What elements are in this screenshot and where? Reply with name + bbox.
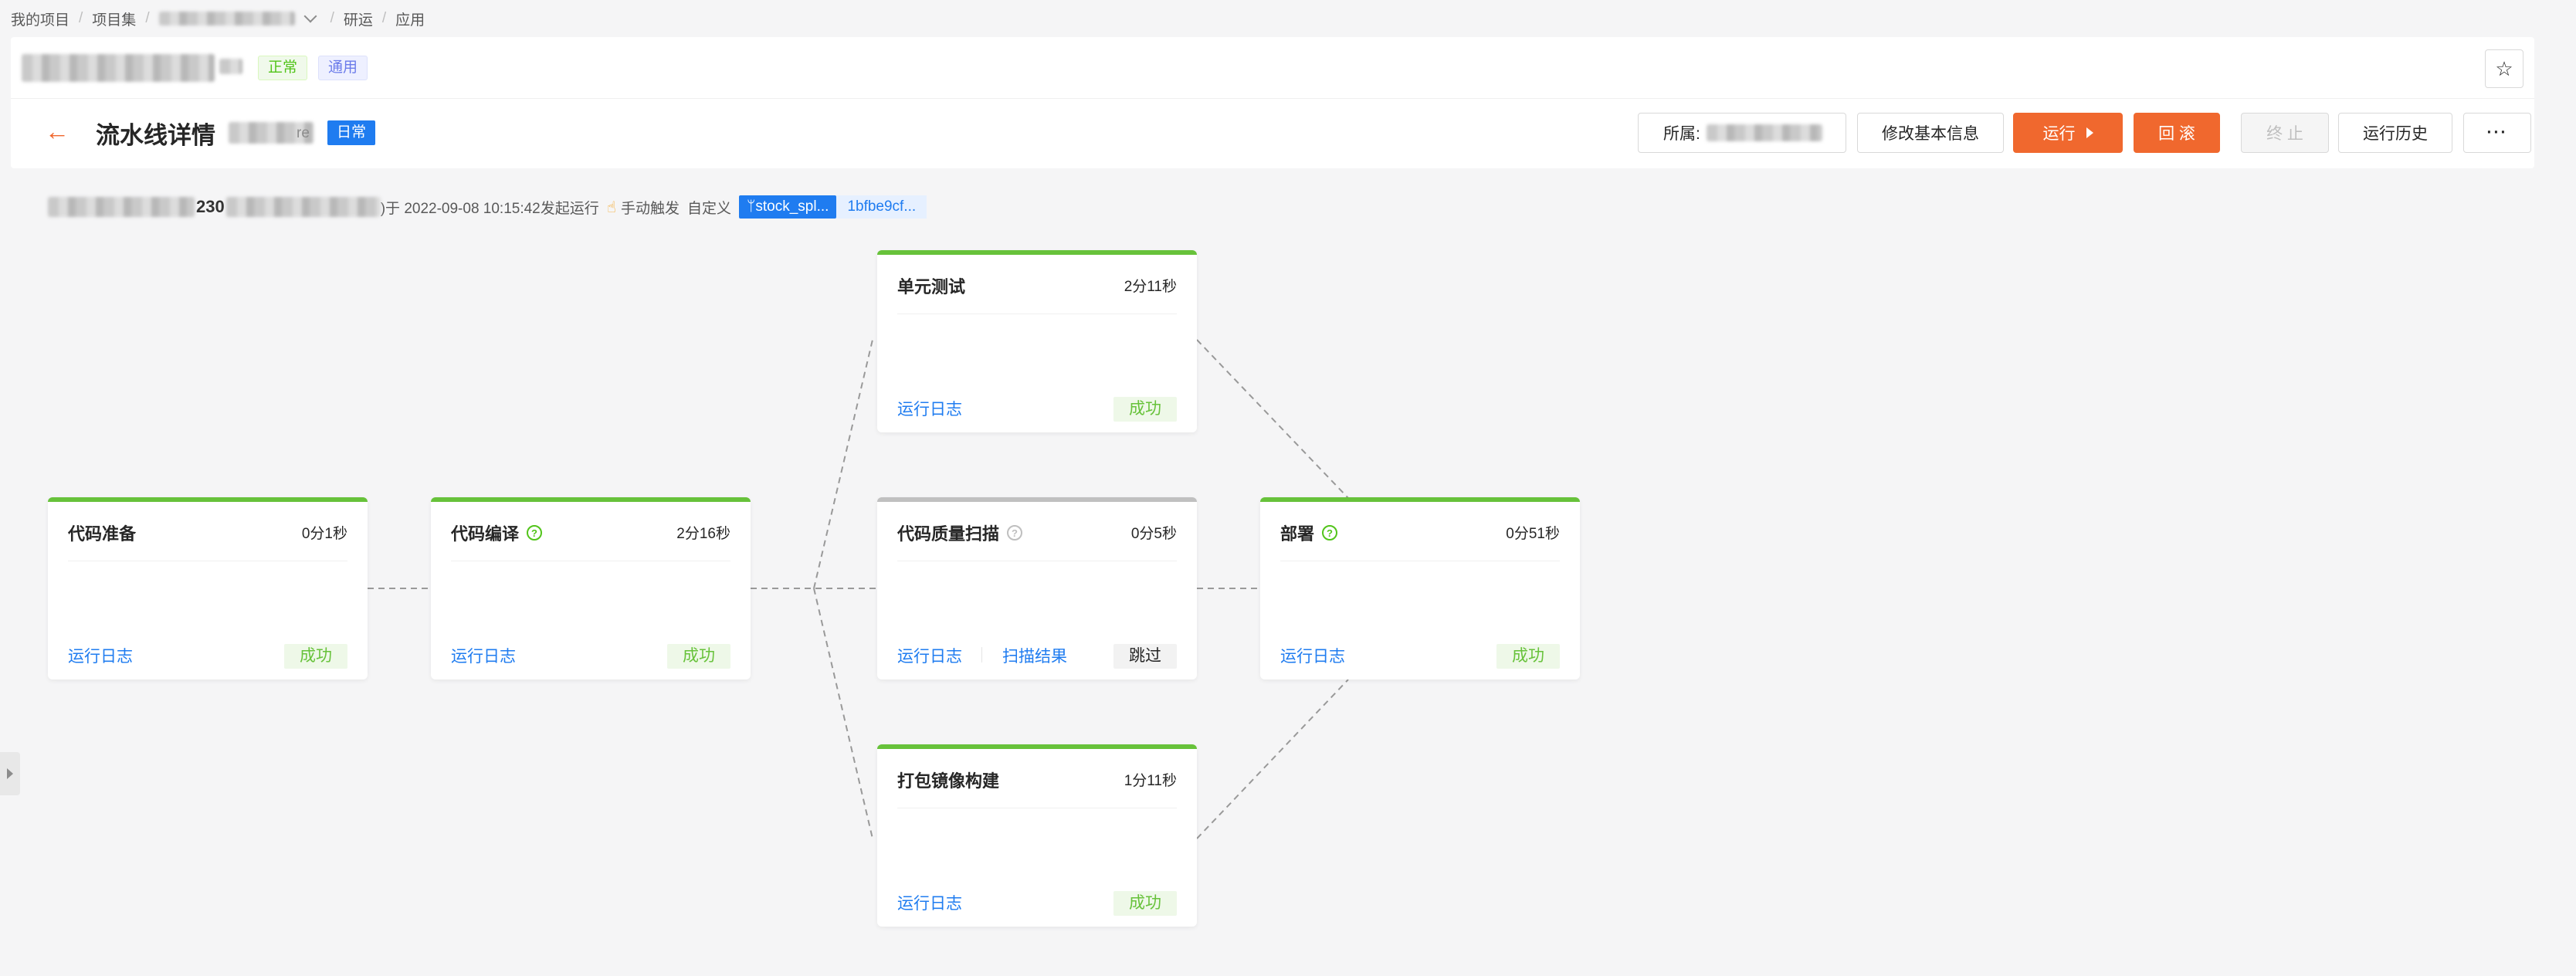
stage-title-text: 打包镜像构建 [897, 771, 1000, 791]
link-separator [981, 647, 982, 663]
run-log-link[interactable]: 运行日志 [1280, 644, 1345, 667]
stage-duration: 0分51秒 [1506, 526, 1560, 542]
stage-duration: 2分11秒 [1124, 279, 1177, 295]
status-badge: 成功 [284, 644, 347, 669]
stage-card-image-build[interactable]: 打包镜像构建 1分11秒 运行日志 成功 [877, 744, 1197, 927]
status-badge: 跳过 [1113, 644, 1177, 669]
stage-title: 打包镜像构建 [897, 768, 999, 792]
stage-title-text: 部署 [1280, 524, 1315, 544]
scan-result-link[interactable]: 扫描结果 [1002, 644, 1067, 667]
stage-title-text: 代码准备 [68, 524, 137, 544]
pipeline-connectors [368, 339, 1349, 839]
stage-title: 代码质量扫描? [897, 520, 1023, 545]
divider [897, 313, 1177, 314]
stage-card-deploy[interactable]: 部署? 0分51秒 运行日志 成功 [1260, 497, 1580, 679]
help-icon[interactable]: ? [527, 525, 543, 541]
stage-card-scan[interactable]: 代码质量扫描? 0分5秒 运行日志 扫描结果 跳过 [877, 497, 1197, 679]
stage-duration: 0分1秒 [301, 526, 347, 542]
stage-title-text: 代码质量扫描 [897, 524, 1000, 544]
status-badge: 成功 [1113, 397, 1177, 422]
help-icon[interactable]: ? [1322, 525, 1338, 541]
stage-title-text: 单元测试 [897, 277, 966, 297]
run-log-link[interactable]: 运行日志 [451, 644, 516, 667]
run-log-link[interactable]: 运行日志 [897, 644, 962, 667]
stage-card-prepare[interactable]: 代码准备 0分1秒 运行日志 成功 [48, 497, 368, 679]
run-log-link[interactable]: 运行日志 [897, 891, 962, 914]
status-badge: 成功 [1496, 644, 1560, 669]
status-badge: 成功 [1113, 891, 1177, 916]
sidebar-expand-toggle[interactable] [0, 752, 20, 795]
help-icon[interactable]: ? [1007, 525, 1023, 541]
run-log-link[interactable]: 运行日志 [897, 397, 962, 420]
stage-duration: 1分11秒 [1124, 773, 1177, 789]
stage-duration: 0分5秒 [1130, 526, 1177, 542]
stage-title: 代码准备 [68, 520, 136, 545]
run-log-link[interactable]: 运行日志 [68, 644, 133, 667]
stage-title-text: 代码编译 [451, 524, 520, 544]
stage-duration: 2分16秒 [676, 526, 730, 542]
status-badge: 成功 [667, 644, 730, 669]
stage-title: 单元测试 [897, 273, 965, 298]
stage-title: 部署? [1280, 520, 1338, 545]
stage-title: 代码编译? [451, 520, 543, 545]
stage-card-compile[interactable]: 代码编译? 2分16秒 运行日志 成功 [431, 497, 751, 679]
stage-card-unit-test[interactable]: 单元测试 2分11秒 运行日志 成功 [877, 250, 1197, 432]
